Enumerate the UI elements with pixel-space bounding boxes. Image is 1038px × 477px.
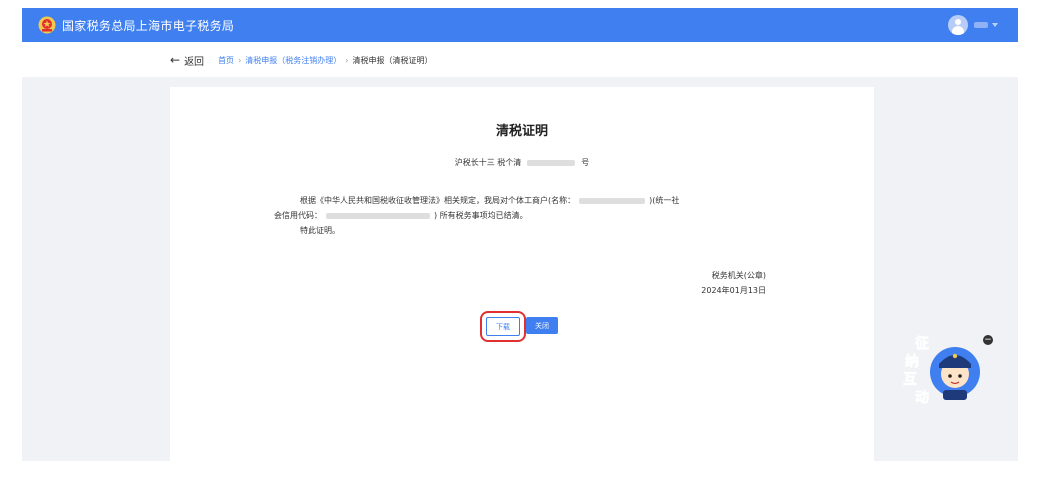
close-button[interactable]: 关闭 — [526, 317, 558, 334]
tax-emblem-icon — [38, 16, 56, 34]
site-title: 国家税务总局上海市电子税务局 — [62, 18, 235, 33]
widget-close-icon[interactable]: − — [983, 335, 993, 345]
interaction-assistant-widget[interactable]: 征 纳 互 动 — [895, 332, 995, 410]
back-button[interactable]: ← 返回 — [170, 53, 204, 68]
certificate-title: 清税证明 — [495, 124, 548, 139]
number-prefix: 沪税长十三 税个清 — [454, 158, 522, 167]
breadcrumb-home[interactable]: 首页 — [218, 55, 234, 66]
download-button[interactable]: 下载 — [480, 311, 526, 342]
body-line-2: 会信用代码：) 所有税务事项均已结清。 — [274, 211, 528, 220]
user-name-redacted — [974, 22, 988, 28]
signer-label: 税务机关(公章) — [711, 271, 766, 280]
redacted-credit-code — [326, 212, 430, 219]
chevron-down-icon[interactable] — [992, 23, 998, 27]
certificate-number: 沪税长十三 税个清 号 — [170, 157, 874, 168]
top-header-bar: 国家税务总局上海市电子税务局 — [22, 8, 1018, 42]
redacted-business-name — [579, 197, 646, 204]
user-avatar-icon[interactable] — [948, 15, 968, 35]
back-label: 返回 — [184, 56, 205, 68]
breadcrumb-separator: › — [238, 55, 242, 65]
breadcrumb: ← 返回 首页 › 清税申报（税务注销办理） › 清税申报（清税证明） — [170, 53, 433, 68]
body-line-1: 根据《中华人民共和国税收征收管理法》相关规定，我局对个体工商户(名称：)(统一社 — [300, 196, 680, 205]
redacted-number — [527, 159, 576, 166]
breadcrumb-deregistration[interactable]: 清税申报（税务注销办理） — [245, 55, 341, 66]
number-suffix: 号 — [581, 158, 590, 167]
certificate-panel: 清税证明 沪税长十三 税个清 号 根据《中华人民共和国税收征收管理法》相关规定，… — [170, 87, 874, 461]
certificate-signature: 税务机关(公章) 2024年01月13日 — [701, 268, 766, 298]
user-menu[interactable] — [948, 15, 998, 35]
arrow-left-icon: ← — [170, 53, 181, 67]
breadcrumb-current: 清税申报（清税证明） — [352, 55, 433, 65]
widget-char-hu: 互 — [903, 372, 917, 388]
widget-char-zheng: 征 — [915, 335, 929, 352]
certificate-date: 2024年01月13日 — [701, 286, 766, 295]
widget-char-dong: 动 — [915, 389, 929, 406]
certificate-body: 根据《中华人民共和国税收征收管理法》相关规定，我局对个体工商户(名称：)(统一社… — [274, 193, 774, 238]
body-line-3: 特此证明。 — [300, 226, 340, 235]
widget-char-na: 纳 — [905, 353, 919, 370]
breadcrumb-separator: › — [345, 55, 349, 65]
action-buttons: 下载 关闭 — [170, 311, 874, 342]
